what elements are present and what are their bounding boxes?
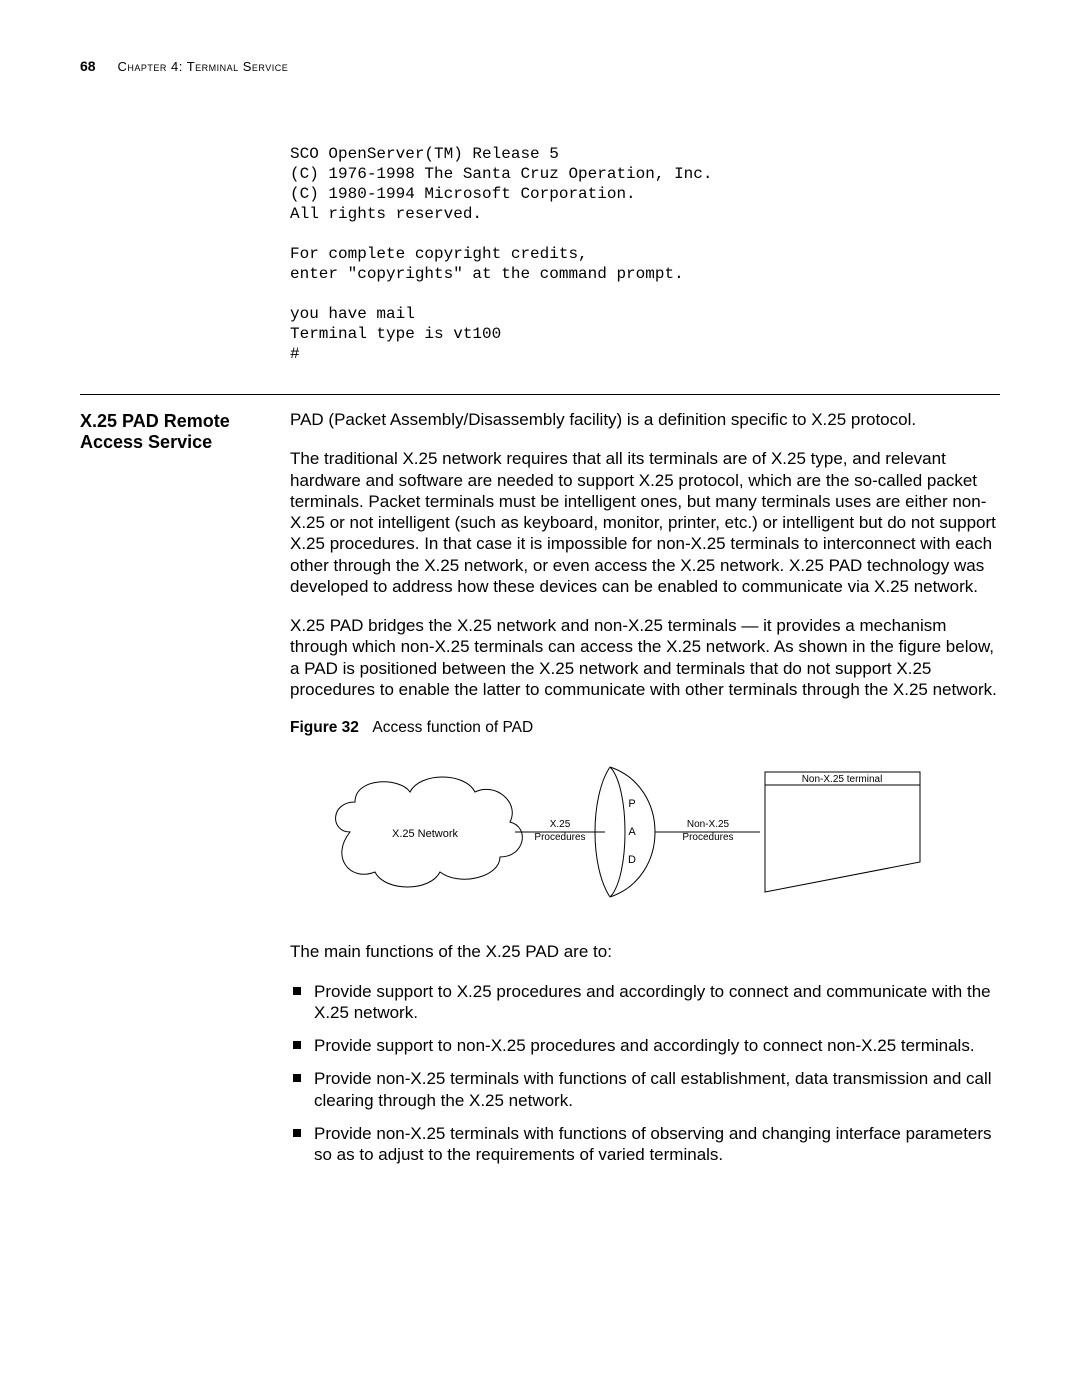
- list-item: Provide support to non-X.25 procedures a…: [290, 1035, 1000, 1056]
- page: 68 Chapter 4: Terminal Service SCO OpenS…: [0, 0, 1080, 1237]
- section-body: PAD (Packet Assembly/Disassembly facilit…: [290, 409, 1000, 1177]
- functions-list: Provide support to X.25 procedures and a…: [290, 981, 1000, 1166]
- list-item: Provide support to X.25 procedures and a…: [290, 981, 1000, 1024]
- body-paragraph: The traditional X.25 network requires th…: [290, 448, 1000, 597]
- right-link-label-1: Non-X.25: [687, 819, 730, 830]
- pad-letter: A: [628, 826, 636, 838]
- figure-caption-text: Access function of PAD: [372, 719, 533, 736]
- section-divider: [80, 394, 1000, 395]
- page-number: 68: [80, 58, 96, 74]
- intro-paragraph: PAD (Packet Assembly/Disassembly facilit…: [290, 409, 1000, 430]
- page-header: 68 Chapter 4: Terminal Service: [80, 58, 1000, 74]
- pad-letter: D: [628, 854, 636, 866]
- figure-caption: Figure 32 Access function of PAD: [290, 718, 1000, 737]
- terminal-output: SCO OpenServer(TM) Release 5 (C) 1976-19…: [290, 144, 1000, 364]
- left-link-label-2: Procedures: [534, 832, 585, 843]
- list-item: Provide non-X.25 terminals with function…: [290, 1123, 1000, 1166]
- figure-label: Figure 32: [290, 719, 359, 736]
- figure-diagram: X.25 Network X.25 Procedures P A D Non-X…: [320, 747, 1000, 917]
- right-link-label-2: Procedures: [682, 832, 733, 843]
- cloud-label: X.25 Network: [392, 828, 459, 840]
- list-item: Provide non-X.25 terminals with function…: [290, 1068, 1000, 1111]
- left-link-label-1: X.25: [550, 819, 571, 830]
- terminal-label: Non-X.25 terminal: [802, 774, 883, 785]
- list-lead: The main functions of the X.25 PAD are t…: [290, 941, 1000, 962]
- body-paragraph: X.25 PAD bridges the X.25 network and no…: [290, 615, 1000, 700]
- pad-letter: P: [628, 798, 635, 810]
- chapter-label: Chapter 4: Terminal Service: [117, 59, 288, 74]
- section-sidebar-title: X.25 PAD Remote Access Service: [80, 409, 280, 1177]
